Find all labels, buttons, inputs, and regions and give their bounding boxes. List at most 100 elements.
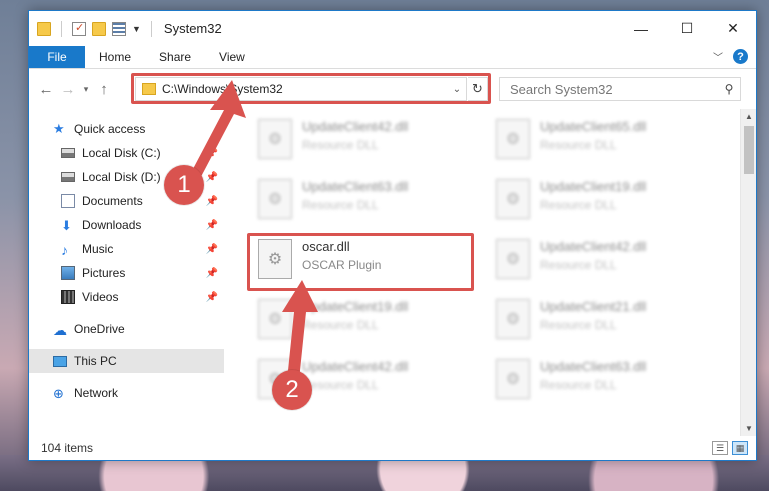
sidebar-item-pictures[interactable]: Pictures 📌 bbox=[29, 261, 224, 285]
file-type: Resource DLL bbox=[302, 198, 379, 212]
help-icon[interactable]: ? bbox=[733, 49, 748, 64]
properties-check-icon[interactable] bbox=[72, 21, 86, 36]
search-box[interactable]: ⚲ bbox=[499, 77, 741, 101]
dll-file-icon: ⚙ bbox=[496, 359, 530, 399]
sidebar-item-this-pc[interactable]: This PC bbox=[29, 349, 224, 373]
navigation-bar: ← → ▾ ↑ C:\Windows\System32 ⌄ ↻ ⚲ bbox=[29, 69, 756, 109]
up-button[interactable]: ↑ bbox=[93, 81, 115, 98]
sidebar-item-network[interactable]: ⊕ Network bbox=[29, 381, 224, 405]
minimize-button[interactable]: — bbox=[618, 11, 664, 46]
tab-share[interactable]: Share bbox=[145, 46, 205, 68]
file-type: Resource DLL bbox=[540, 138, 617, 152]
sidebar-item-label: Downloads bbox=[82, 218, 142, 232]
new-folder-icon[interactable] bbox=[92, 21, 106, 36]
step-1-badge: 1 bbox=[164, 165, 204, 205]
file-explorer-window: ▼ System32 — ☐ ✕ File Home Share View ﹀ … bbox=[28, 10, 757, 461]
downloads-icon: ⬇ bbox=[61, 218, 72, 233]
pin-icon[interactable]: 📌 bbox=[206, 244, 218, 255]
music-icon: ♪ bbox=[61, 242, 68, 258]
window-controls: — ☐ ✕ bbox=[618, 11, 756, 46]
file-name: UpdateClient63.dll bbox=[540, 359, 647, 374]
search-icon[interactable]: ⚲ bbox=[718, 82, 740, 96]
tab-file[interactable]: File bbox=[29, 46, 85, 68]
file-type: Resource DLL bbox=[302, 138, 379, 152]
title-bar: ▼ System32 — ☐ ✕ bbox=[29, 11, 756, 46]
close-button[interactable]: ✕ bbox=[710, 11, 756, 46]
folder-icon bbox=[37, 21, 51, 36]
pin-icon[interactable]: 📌 bbox=[206, 220, 218, 231]
list-item[interactable]: ⚙ UpdateClient65.dll Resource DLL bbox=[490, 113, 720, 171]
dll-file-icon: ⚙ bbox=[258, 179, 292, 219]
sidebar-item-label: This PC bbox=[74, 354, 117, 368]
file-name: UpdateClient42.dll bbox=[540, 239, 647, 254]
file-name: UpdateClient21.dll bbox=[540, 299, 647, 314]
dll-file-icon: ⚙ bbox=[496, 179, 530, 219]
forward-button[interactable]: → bbox=[57, 81, 79, 98]
sidebar-item-label: Quick access bbox=[74, 122, 146, 136]
sidebar-item-downloads[interactable]: ⬇ Downloads 📌 bbox=[29, 213, 224, 237]
sidebar-item-label: Local Disk (D:) bbox=[82, 170, 161, 184]
dll-file-icon: ⚙ bbox=[496, 119, 530, 159]
sidebar-item-label: Network bbox=[74, 386, 119, 400]
maximize-button[interactable]: ☐ bbox=[664, 11, 710, 46]
computer-icon bbox=[53, 355, 67, 367]
file-type: Resource DLL bbox=[540, 378, 617, 392]
file-name: UpdateClient42.dll bbox=[302, 119, 409, 134]
step-2-badge: 2 bbox=[272, 370, 312, 410]
chevron-down-icon[interactable]: ▼ bbox=[132, 24, 141, 34]
drive-icon bbox=[61, 172, 75, 182]
pin-icon[interactable]: 📌 bbox=[206, 268, 218, 279]
list-item[interactable]: ⚙ UpdateClient42.dll Resource DLL bbox=[490, 233, 720, 291]
sidebar-item-label: Local Disk (C:) bbox=[82, 146, 161, 160]
list-item[interactable]: ⚙ UpdateClient21.dll Resource DLL bbox=[490, 293, 720, 351]
sidebar-item-videos[interactable]: Videos 📌 bbox=[29, 285, 224, 309]
item-count: 104 items bbox=[41, 441, 94, 455]
dll-file-icon: ⚙ bbox=[258, 119, 292, 159]
sidebar-item-label: Pictures bbox=[82, 266, 126, 280]
dll-file-icon: ⚙ bbox=[496, 239, 530, 279]
view-switcher: ☰ ▦ bbox=[712, 441, 748, 455]
videos-icon bbox=[61, 290, 75, 304]
file-name: UpdateClient63.dll bbox=[302, 179, 409, 194]
sidebar-item-onedrive[interactable]: ☁ OneDrive bbox=[29, 317, 224, 341]
sidebar-item-music[interactable]: ♪ Music 📌 bbox=[29, 237, 224, 261]
scroll-down-icon[interactable]: ▼ bbox=[741, 424, 757, 433]
tab-home[interactable]: Home bbox=[85, 46, 145, 68]
cloud-icon: ☁ bbox=[53, 322, 67, 338]
divider bbox=[150, 20, 152, 37]
quick-access-toolbar: ▼ System32 bbox=[29, 20, 222, 37]
back-button[interactable]: ← bbox=[35, 81, 57, 98]
scroll-up-icon[interactable]: ▲ bbox=[741, 112, 757, 121]
scrollbar-thumb[interactable] bbox=[744, 126, 754, 174]
dll-file-icon: ⚙ bbox=[496, 299, 530, 339]
sidebar-item-label: OneDrive bbox=[74, 322, 125, 336]
documents-icon bbox=[61, 194, 75, 208]
sidebar-item-label: Documents bbox=[82, 194, 143, 208]
list-item[interactable]: ⚙ UpdateClient63.dll Resource DLL bbox=[252, 173, 482, 231]
file-type: Resource DLL bbox=[540, 198, 617, 212]
search-input[interactable] bbox=[510, 81, 718, 97]
sidebar-item-label: Music bbox=[82, 242, 114, 256]
expand-ribbon-icon[interactable]: ﹀ bbox=[713, 49, 723, 64]
tab-view[interactable]: View bbox=[205, 46, 259, 68]
divider bbox=[61, 20, 62, 37]
ribbon-right-controls: ﹀ ? bbox=[713, 49, 748, 64]
recent-locations-button[interactable]: ▾ bbox=[79, 84, 93, 95]
list-item[interactable]: ⚙ UpdateClient19.dll Resource DLL bbox=[490, 173, 720, 231]
ribbon-tabs: File Home Share View ﹀ ? bbox=[29, 46, 756, 69]
network-icon: ⊕ bbox=[53, 386, 64, 401]
main-content: ★ Quick access Local Disk (C:) 📌 Local D… bbox=[29, 109, 756, 436]
pin-icon[interactable]: 📌 bbox=[206, 196, 218, 207]
customize-icon[interactable] bbox=[112, 21, 126, 36]
file-type: Resource DLL bbox=[540, 318, 617, 332]
drive-icon bbox=[61, 148, 75, 158]
tiles-view-icon[interactable]: ▦ bbox=[732, 441, 748, 455]
details-view-icon[interactable]: ☰ bbox=[712, 441, 728, 455]
status-bar: 104 items ☰ ▦ bbox=[29, 436, 756, 460]
list-item[interactable]: ⚙ UpdateClient63.dll Resource DLL bbox=[490, 353, 720, 411]
sidebar-item-label: Videos bbox=[82, 290, 119, 304]
pin-icon[interactable]: 📌 bbox=[206, 292, 218, 303]
list-item[interactable]: ⚙ UpdateClient42.dll Resource DLL bbox=[252, 113, 482, 171]
vertical-scrollbar[interactable]: ▲ ▼ bbox=[740, 109, 756, 436]
file-name: UpdateClient19.dll bbox=[540, 179, 647, 194]
